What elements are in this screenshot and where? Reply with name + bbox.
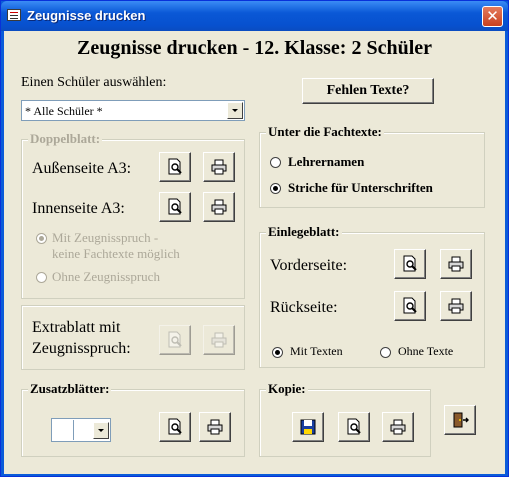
option-ohne-texte: Ohne Texte <box>398 344 454 358</box>
student-select-label: Einen Schüler auswählen: <box>21 75 167 90</box>
extrablatt-label-line1: Extrablatt mit <box>32 319 121 336</box>
doppelblatt-group: Doppelblatt: Außenseite A3: Innenseite A… <box>21 131 245 299</box>
magnifier-page-icon <box>403 297 417 314</box>
radio-ohne-texte[interactable] <box>380 347 391 358</box>
fachtexte-group: Unter die Fachtexte: Lehrernamen Striche… <box>259 124 485 208</box>
printer-icon <box>211 199 227 215</box>
printer-icon <box>448 298 464 314</box>
missing-texts-label: Fehlen Texte? <box>326 83 410 98</box>
aussenseite-label: Außenseite A3: <box>32 160 132 177</box>
chevron-down-icon[interactable] <box>227 102 243 119</box>
radio-lehrernamen[interactable] <box>270 157 281 168</box>
einlegeblatt-title: Einlegeblatt: <box>266 224 342 240</box>
option-lehrernamen: Lehrernamen <box>288 154 365 169</box>
option-striche: Striche für Unterschriften <box>288 180 433 195</box>
radio-striche[interactable] <box>270 183 281 194</box>
kopie-print-button[interactable] <box>382 412 414 442</box>
student-select-value: * Alle Schüler * <box>25 104 103 118</box>
rueckseite-label: Rückseite: <box>270 299 338 316</box>
extrablatt-preview-button[interactable] <box>159 325 191 355</box>
extrablatt-label-line2: Zeugnisspruch: <box>32 340 131 357</box>
page-title: Zeugnisse drucken - 12. Klasse: 2 Schüle… <box>76 37 433 59</box>
printer-icon <box>207 419 223 435</box>
printer-icon <box>448 256 464 272</box>
innenseite-label: Innenseite A3: <box>32 200 125 217</box>
close-button[interactable]: ✕ <box>482 6 503 27</box>
rueckseite-print-button[interactable] <box>440 291 472 321</box>
radio-without-saying[interactable] <box>36 272 47 283</box>
printer-icon <box>211 159 227 175</box>
kopie-save-button[interactable] <box>292 412 324 442</box>
radio-with-saying[interactable] <box>36 233 47 244</box>
zusatzblaetter-print-button[interactable] <box>199 412 231 442</box>
kopie-group: Kopie: <box>259 381 431 457</box>
exit-door-icon <box>453 412 469 428</box>
chevron-down-icon[interactable] <box>93 422 109 439</box>
kopie-preview-button[interactable] <box>338 412 370 442</box>
radio-mit-texten[interactable] <box>272 347 283 358</box>
einlegeblatt-group: Einlegeblatt: Vorderseite: Rückseite: Mi… <box>259 224 485 368</box>
form-icon <box>7 9 21 21</box>
innenseite-print-button[interactable] <box>203 192 235 222</box>
option-without-saying: Ohne Zeugnisspruch <box>52 269 160 284</box>
magnifier-page-icon <box>168 331 182 348</box>
magnifier-page-icon <box>168 418 182 435</box>
fachtexte-title: Unter die Fachtexte: <box>266 124 384 140</box>
vorderseite-label: Vorderseite: <box>270 257 348 274</box>
magnifier-page-icon <box>168 158 182 175</box>
magnifier-page-icon <box>168 198 182 215</box>
missing-texts-button[interactable]: Fehlen Texte? <box>302 78 434 104</box>
magnifier-page-icon <box>403 255 417 272</box>
zusatzblaetter-title: Zusatzblätter: <box>28 381 112 397</box>
aussenseite-print-button[interactable] <box>203 152 235 182</box>
vorderseite-preview-button[interactable] <box>394 249 426 279</box>
floppy-disk-icon <box>300 419 316 435</box>
kopie-title: Kopie: <box>266 381 308 397</box>
option-with-saying-line2: keine Fachtexte möglich <box>52 246 180 261</box>
innenseite-preview-button[interactable] <box>159 192 191 222</box>
option-with-saying-line1: Mit Zeugnisspruch - <box>52 230 159 245</box>
zusatzblaetter-preview-button[interactable] <box>159 412 191 442</box>
aussenseite-preview-button[interactable] <box>159 152 191 182</box>
printer-icon <box>211 332 227 348</box>
option-mit-texten: Mit Texten <box>290 344 343 358</box>
exit-button[interactable] <box>444 405 476 435</box>
magnifier-page-icon <box>347 418 361 435</box>
student-select[interactable]: * Alle Schüler * <box>21 100 245 121</box>
zusatzblaetter-select[interactable] <box>51 418 111 442</box>
doppelblatt-title: Doppelblatt: <box>28 131 103 147</box>
window-title: Zeugnisse drucken <box>27 8 146 23</box>
printer-icon <box>390 419 406 435</box>
window: Zeugnisse drucken ✕ Zeugnisse drucken - … <box>0 0 509 477</box>
combo-divider <box>73 420 74 440</box>
vorderseite-print-button[interactable] <box>440 249 472 279</box>
rueckseite-preview-button[interactable] <box>394 291 426 321</box>
extrablatt-group: Extrablatt mit Zeugnisspruch: <box>21 305 245 370</box>
form-body: Zeugnisse drucken - 12. Klasse: 2 Schüle… <box>4 31 505 474</box>
title-bar[interactable]: Zeugnisse drucken ✕ <box>1 1 508 31</box>
extrablatt-print-button[interactable] <box>203 325 235 355</box>
